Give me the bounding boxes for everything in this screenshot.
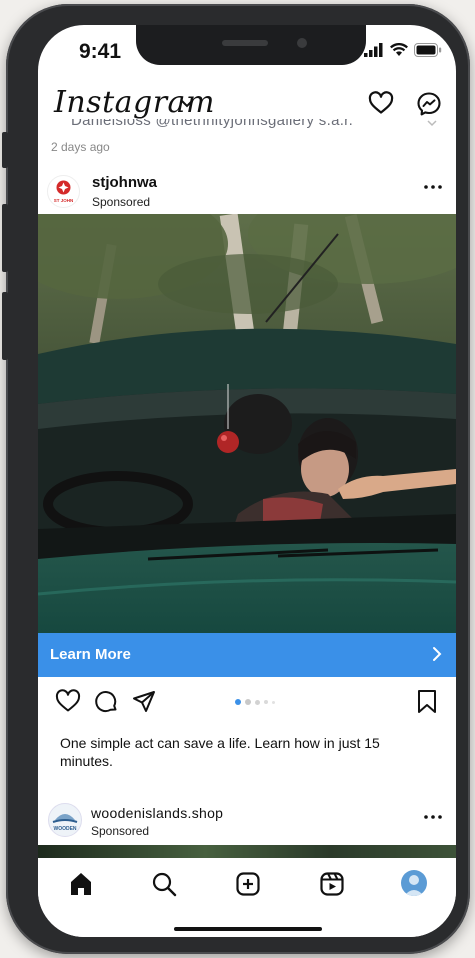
post-username[interactable]: stjohnwa [92, 174, 157, 191]
avatar-logo-text: WOODEN [53, 826, 76, 832]
screen: 9:41 Instagram Danielsloss @thetrinityjo… [38, 25, 456, 937]
post-username[interactable]: woodenislands.shop [91, 805, 223, 821]
more-options-icon[interactable] [424, 815, 442, 819]
previous-post-footer: Danielsloss @thetrinityjohnsgallery s.a.… [38, 119, 456, 179]
sponsored-label: Sponsored [91, 824, 150, 838]
post-caption: One simple act can save a life. Learn ho… [60, 735, 380, 769]
profile-avatar-icon [404, 875, 424, 896]
volume-down-button [2, 292, 8, 360]
avatar-logo-text: ST JOHN [54, 198, 74, 203]
tab-bar [38, 858, 456, 937]
post-header: ST JOHN stjohnwa Sponsored [38, 171, 456, 213]
carousel-dot [264, 700, 268, 704]
carousel-dot [272, 700, 275, 704]
volume-up-button [2, 204, 8, 272]
previous-post-timestamp: 2 days ago [51, 140, 110, 154]
signal-icon [364, 43, 383, 57]
wooden-islands-logo-icon: WOODEN [52, 814, 78, 832]
avatar[interactable]: WOODEN [48, 803, 82, 837]
st-john-logo-icon: ST JOHN [54, 180, 74, 203]
comment-icon[interactable] [93, 689, 119, 715]
wifi-icon [390, 43, 408, 56]
notch [136, 25, 366, 65]
mute-switch [2, 132, 8, 168]
search-icon[interactable] [150, 870, 178, 898]
home-indicator[interactable] [174, 927, 322, 931]
carousel-dot [245, 699, 251, 705]
reels-icon[interactable] [318, 870, 346, 898]
post-image[interactable] [38, 214, 456, 634]
chevron-down-icon[interactable] [180, 99, 194, 109]
messenger-icon[interactable] [416, 91, 442, 117]
status-icons [364, 43, 442, 57]
carousel-indicator [235, 699, 275, 705]
profile-icon[interactable] [401, 870, 427, 896]
learn-more-button[interactable]: Learn More [38, 633, 456, 677]
battery-icon [414, 43, 442, 57]
carousel-dot-active [235, 699, 241, 705]
home-icon[interactable] [67, 870, 95, 898]
phone-frame: 9:41 Instagram Danielsloss @thetrinityjo… [2, 4, 470, 954]
previous-post-cut-text: Danielsloss @thetrinityjohnsgallery s.a.… [71, 119, 354, 129]
heart-icon[interactable] [368, 91, 394, 115]
bookmark-icon[interactable] [416, 689, 438, 715]
learn-more-label: Learn More [50, 646, 131, 663]
post-header: WOODEN woodenislands.shop Sponsored [38, 799, 456, 845]
like-icon[interactable] [55, 689, 81, 713]
carousel-dot [255, 699, 260, 705]
share-icon[interactable] [131, 689, 157, 715]
post-actions [38, 685, 456, 721]
chevron-down-icon[interactable] [426, 120, 438, 128]
sponsored-label: Sponsored [92, 195, 151, 209]
status-time: 9:41 [79, 40, 122, 63]
new-post-icon[interactable] [234, 870, 262, 898]
car-photo-illustration [38, 214, 456, 634]
avatar[interactable]: ST JOHN [47, 175, 80, 208]
chevron-right-icon [433, 647, 442, 661]
more-options-icon[interactable] [424, 185, 442, 189]
